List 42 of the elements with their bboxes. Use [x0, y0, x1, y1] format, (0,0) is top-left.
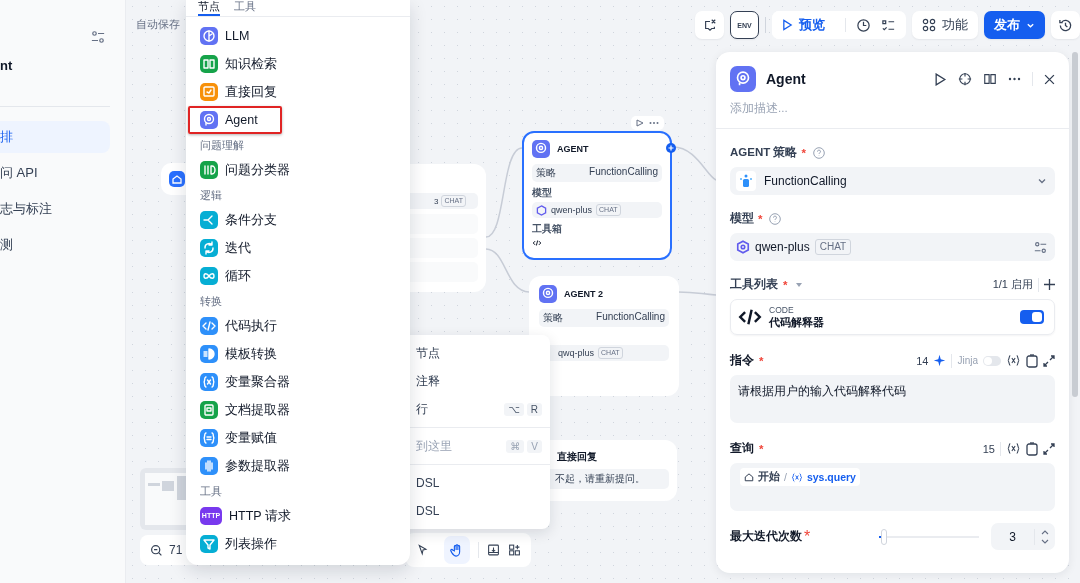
field-label: 最大迭代次数	[730, 529, 802, 544]
shortcut-key: ⌘	[506, 439, 525, 453]
group-heading: 问题理解	[199, 138, 245, 153]
field-label: 工具列表	[730, 277, 778, 292]
group-heading: 工具	[199, 484, 223, 499]
required-mark: *	[758, 212, 763, 225]
field-label: 策略	[543, 311, 563, 325]
model-tag: CHAT	[814, 239, 852, 255]
model-name: 3	[434, 196, 439, 206]
required-mark: *	[783, 278, 788, 291]
enabled-count: 1/1 启用	[992, 277, 1033, 292]
tool-name: 代码解释器	[769, 314, 825, 330]
node-title: 直接回复	[556, 450, 598, 464]
field-label: 模型	[532, 186, 553, 200]
tool-provider: CODE	[769, 304, 795, 315]
required-mark: *	[759, 442, 764, 455]
field-label: 查询	[730, 441, 754, 456]
group-heading: 转换	[199, 294, 223, 309]
field-value: FunctionCalling	[596, 311, 665, 324]
required-mark: *	[804, 527, 811, 546]
shortcut-key: ⌥	[504, 402, 524, 416]
required-mark: *	[801, 146, 806, 159]
field-label: 工具箱	[532, 222, 563, 236]
autosave-status: 自动保存	[136, 17, 180, 32]
shortcut-key: V	[527, 439, 542, 453]
character-count: 15	[982, 442, 995, 455]
panel-title: Agent	[766, 71, 806, 87]
node-title: AGENT	[557, 144, 589, 154]
app-title: nt	[0, 57, 14, 75]
field-label: 模型	[730, 211, 754, 226]
field-label: AGENT 策略	[730, 145, 798, 160]
shortcut-key: R	[526, 402, 542, 416]
required-mark: *	[759, 354, 764, 367]
field-value: FunctionCalling	[589, 166, 658, 179]
jinja-label: Jinja	[957, 355, 978, 366]
node-title: AGENT 2	[564, 289, 603, 299]
model-name: qwq-plus	[558, 348, 595, 358]
group-heading: 逻辑	[199, 188, 223, 203]
model-name: qwen-plus	[551, 205, 593, 215]
character-count: 14	[916, 354, 929, 367]
field-label: 策略	[536, 166, 556, 180]
field-label: 指令	[730, 353, 754, 368]
